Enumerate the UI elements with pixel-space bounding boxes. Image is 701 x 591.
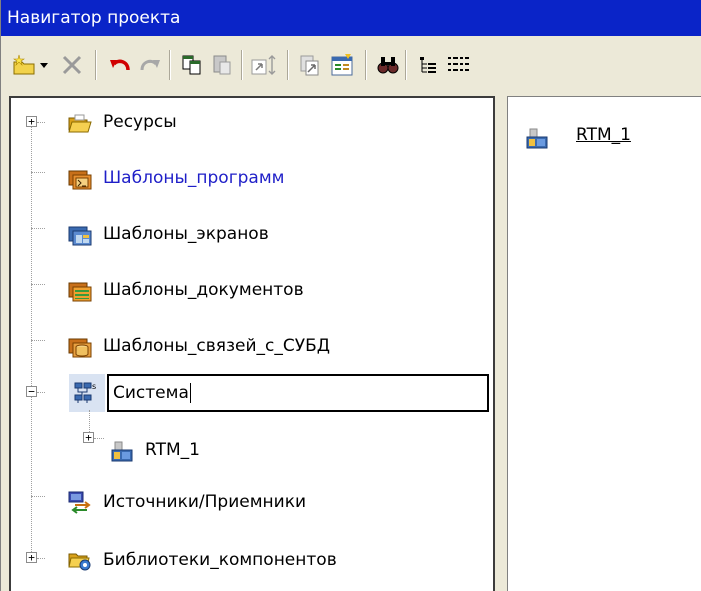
rename-field[interactable]: Система <box>107 374 489 412</box>
sources-receivers-icon <box>68 491 91 514</box>
paste-icon <box>213 55 231 75</box>
list-view-button[interactable] <box>443 50 473 80</box>
system-network-icon: s <box>74 382 96 403</box>
properties-icon <box>331 54 353 76</box>
rtm-node-icon <box>111 441 133 462</box>
tree-item-screen-templates[interactable]: Шаблоны_экранов <box>11 214 493 270</box>
tree-connector <box>31 284 45 285</box>
rtm-node-icon <box>526 128 548 149</box>
document-templates-icon <box>68 282 92 302</box>
tree-connector <box>31 172 45 173</box>
tree-item-label: Шаблоны_экранов <box>103 224 269 244</box>
list-view-icon <box>448 57 469 71</box>
redo-button[interactable] <box>135 50 165 80</box>
expand-plus-icon[interactable]: + <box>26 552 37 563</box>
toolbar-separator <box>365 50 367 80</box>
tree-view-button[interactable] <box>413 50 443 80</box>
svg-text:s: s <box>92 382 96 391</box>
paste-button[interactable] <box>207 50 237 80</box>
dropdown-arrow-icon <box>40 63 48 68</box>
content-item-rtm1[interactable]: RTM_1 <box>524 123 684 153</box>
undo-icon <box>110 59 130 71</box>
tree-item-resources[interactable]: + Ресурсы <box>11 102 493 158</box>
copy-button[interactable] <box>177 50 207 80</box>
undo-button[interactable] <box>105 50 135 80</box>
toolbar-separator <box>405 50 407 80</box>
export-icon <box>300 55 319 76</box>
new-dropdown-button[interactable] <box>37 50 51 80</box>
tree-item-system[interactable]: − s Система <box>11 370 493 426</box>
move-button[interactable] <box>249 50 279 80</box>
project-navigator-window: Навигатор проекта + Ресурсы Шаблоны_прог… <box>0 0 701 591</box>
tree-item-label: Ресурсы <box>103 112 177 132</box>
toolbar-separator <box>95 50 97 80</box>
content-item-label: RTM_1 <box>576 125 631 145</box>
new-folder-icon <box>13 54 35 75</box>
toolbar-separator <box>169 50 171 80</box>
screen-templates-icon <box>68 226 92 246</box>
tree-item-document-templates[interactable]: Шаблоны_документов <box>11 270 493 326</box>
export-button[interactable] <box>295 50 325 80</box>
tree-connector <box>31 496 45 497</box>
tree-view-icon <box>420 57 436 73</box>
tree-item-label: Шаблоны_программ <box>103 168 285 188</box>
copy-icon <box>182 55 201 75</box>
tree-connector <box>37 122 45 123</box>
tree-connector <box>37 558 45 559</box>
find-button[interactable] <box>373 50 403 80</box>
tree-item-program-templates[interactable]: Шаблоны_программ <box>11 158 493 214</box>
tree-connector <box>31 228 45 229</box>
find-icon <box>377 57 399 74</box>
new-folder-button[interactable] <box>9 50 39 80</box>
expand-plus-icon[interactable]: + <box>83 432 94 443</box>
tree-item-component-libraries[interactable]: + Библиотеки_компонентов <box>11 538 493 591</box>
pane-splitter[interactable] <box>495 96 507 591</box>
toolbar-separator <box>287 50 289 80</box>
project-tree[interactable]: + Ресурсы Шаблоны_программ Шаблоны_экран… <box>9 96 495 591</box>
delete-icon <box>62 55 82 75</box>
toolbar <box>1 36 701 96</box>
properties-button[interactable] <box>327 50 357 80</box>
tree-item-label: Библиотеки_компонентов <box>103 550 337 570</box>
expand-plus-icon[interactable]: + <box>26 116 37 127</box>
component-libraries-icon <box>68 553 91 571</box>
tree-connector <box>31 340 45 341</box>
tree-item-sources-receivers[interactable]: Источники/Приемники <box>11 482 493 538</box>
tree-item-label: Шаблоны_связей_с_СУБД <box>103 336 331 356</box>
window-title: Навигатор проекта <box>1 0 701 36</box>
text-caret <box>189 383 191 403</box>
redo-icon <box>140 59 160 71</box>
delete-button[interactable] <box>57 50 87 80</box>
toolbar-separator <box>241 50 243 80</box>
move-icon <box>251 55 276 75</box>
collapse-minus-icon[interactable]: − <box>26 386 37 397</box>
rename-field-value: Система <box>113 383 189 403</box>
tree-item-label: Шаблоны_документов <box>103 280 304 300</box>
tree-connector <box>94 438 104 439</box>
tree-item-rtm1[interactable]: + RTM_1 <box>11 410 493 478</box>
dbms-templates-icon <box>68 338 92 358</box>
tree-connector <box>37 392 45 393</box>
resources-folder-icon <box>68 114 92 133</box>
content-pane: RTM_1 <box>507 96 701 591</box>
program-templates-icon <box>68 170 92 190</box>
tree-item-label: Источники/Приемники <box>103 492 307 512</box>
tree-item-label: RTM_1 <box>145 440 200 460</box>
